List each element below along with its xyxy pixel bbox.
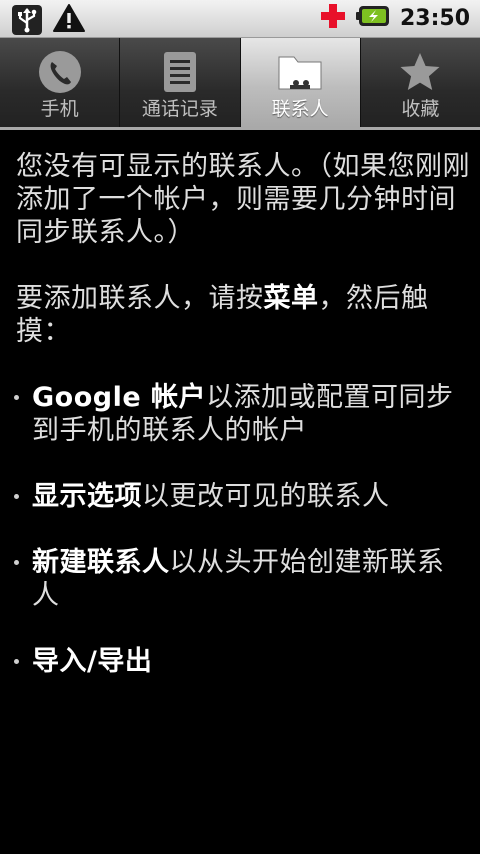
tab-contacts[interactable]: 联系人 [240,38,361,127]
tab-label-phone: 手机 [40,98,79,120]
tab-bar: 手机 通话记录 联系人 收藏 [0,38,480,130]
empty-contacts-message: 您没有可显示的联系人。（如果您刚刚添加了一个帐户，则需要几分钟时间同步联系人。）… [14,150,470,678]
tab-label-favorites: 收藏 [401,98,440,120]
contacts-icon [276,48,324,96]
usb-icon [12,5,42,35]
options-list: Google 帐户以添加或配置可同步到手机的联系人的帐户 显示选项以更改可见的联… [14,381,470,678]
option-display-options: 显示选项 [32,481,142,512]
list-item: 新建联系人以从头开始创建新联系人 [14,546,470,612]
battery-charging-icon [355,4,390,32]
warning-icon [52,3,86,37]
tab-favorites[interactable]: 收藏 [360,38,480,127]
add-contacts-instructions: 要添加联系人，请按菜单，然后触摸： [16,282,470,348]
option-google-account: Google 帐户 [32,382,207,413]
list-item: Google 帐户以添加或配置可同步到手机的联系人的帐户 [14,381,470,447]
tab-call-log[interactable]: 通话记录 [120,38,241,127]
status-clock: 23:50 [399,5,470,31]
bullet-icon [14,494,19,499]
call-log-icon [156,48,204,96]
phone-icon [36,48,84,96]
no-contacts-text: 您没有可显示的联系人。（如果您刚刚添加了一个帐户，则需要几分钟时间同步联系人。） [16,151,470,248]
tab-label-call-log: 通话记录 [141,98,218,120]
menu-keyword: 菜单 [263,283,319,314]
status-bar: 23:50 [0,0,480,38]
list-item: 导入/导出 [14,645,470,678]
star-icon [396,48,444,96]
bullet-icon [14,659,19,664]
bullet-icon [14,560,19,565]
option-description: 以更改可见的联系人 [142,481,390,512]
list-item: 显示选项以更改可见的联系人 [14,480,470,513]
tab-label-contacts: 联系人 [271,98,329,120]
plus-red-icon [320,3,346,33]
instructions-prefix: 要添加联系人，请按 [16,283,264,314]
bullet-icon [14,395,19,400]
tab-phone[interactable]: 手机 [0,38,121,127]
option-new-contact: 新建联系人 [32,547,170,578]
option-import-export: 导入/导出 [32,646,153,677]
